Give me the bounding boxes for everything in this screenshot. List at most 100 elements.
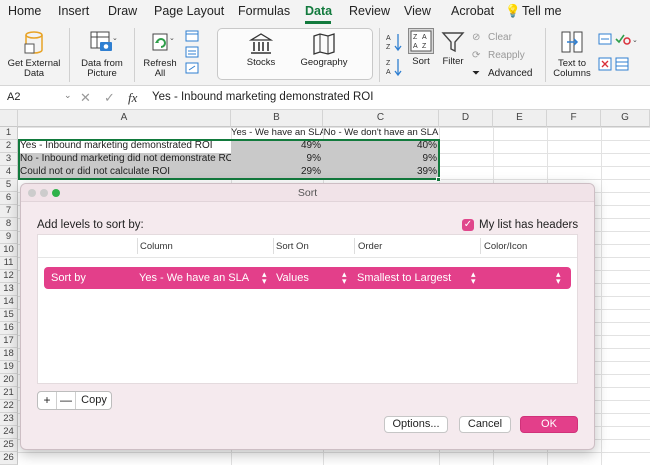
text-columns-label-2: Columns <box>553 68 591 79</box>
tab-formulas[interactable]: Formulas <box>238 4 290 18</box>
row-header-25[interactable]: 25 <box>0 439 18 452</box>
row-header-7[interactable]: 7 <box>0 205 18 218</box>
row-header-6[interactable]: 6 <box>0 192 18 205</box>
name-box-chevron-icon[interactable]: ⌄ <box>64 90 72 101</box>
table-camera-icon: ⌄ <box>90 31 117 51</box>
row-header-10[interactable]: 10 <box>0 244 18 257</box>
tab-data[interactable]: Data <box>305 4 332 18</box>
row-header-16[interactable]: 16 <box>0 322 18 335</box>
copy-level-button[interactable]: Copy <box>76 392 112 409</box>
geography-button[interactable]: Geography <box>298 33 350 68</box>
my-list-has-headers-checkbox[interactable]: ✓ <box>462 219 474 231</box>
tab-acrobat[interactable]: Acrobat <box>451 4 494 18</box>
formula-input[interactable]: Yes - Inbound marketing demonstrated ROI <box>152 91 373 103</box>
row-header-9[interactable]: 9 <box>0 231 18 244</box>
column-header-c[interactable]: C <box>323 110 439 127</box>
row-header-12[interactable]: 12 <box>0 270 18 283</box>
row-header-21[interactable]: 21 <box>0 387 18 400</box>
row-header-14[interactable]: 14 <box>0 296 18 309</box>
advanced-button[interactable]: Advanced <box>488 68 532 79</box>
tab-tell-me[interactable]: Tell me <box>522 4 562 18</box>
row-header-26[interactable]: 26 <box>0 452 18 465</box>
minimize-window-icon[interactable] <box>40 189 48 197</box>
sort-column-select[interactable]: Yes - We have an SLA <box>139 272 249 284</box>
column-header-b[interactable]: B <box>231 110 323 127</box>
select-all-corner[interactable] <box>0 110 18 127</box>
header-divider <box>38 257 577 258</box>
database-icon <box>24 31 43 54</box>
chevron-updown-icon[interactable]: ▴ ▾ <box>262 270 267 286</box>
column-header-e[interactable]: E <box>493 110 547 127</box>
sort-descending-icon[interactable]: ZA <box>385 57 403 77</box>
row-header-17[interactable]: 17 <box>0 335 18 348</box>
column-header-d[interactable]: D <box>439 110 493 127</box>
remove-duplicates-icon[interactable] <box>598 57 612 71</box>
filter-button[interactable]: Filter <box>438 30 468 67</box>
row-header-11[interactable]: 11 <box>0 257 18 270</box>
connections-icon[interactable] <box>185 30 199 42</box>
sort-button[interactable]: ZAAZ Sort <box>406 28 436 67</box>
cancel-formula-icon[interactable]: ✕ <box>80 90 91 106</box>
my-list-has-headers-label[interactable]: My list has headers <box>479 219 578 231</box>
sort-level-row[interactable]: Sort by Yes - We have an SLA ▴ ▾ Values ▴… <box>44 267 571 289</box>
geography-label: Geography <box>300 57 348 68</box>
sort-on-select[interactable]: Values <box>276 272 309 284</box>
tab-insert[interactable]: Insert <box>58 4 89 18</box>
clear-button[interactable]: Clear <box>488 32 512 43</box>
cancel-button[interactable]: Cancel <box>459 416 511 433</box>
row-header-2[interactable]: 2 <box>0 140 18 153</box>
sort-ascending-icon[interactable]: AZ <box>385 32 403 52</box>
header-separator <box>354 238 355 254</box>
svg-text:⌄: ⌄ <box>632 37 637 44</box>
consolidate-icon[interactable] <box>615 57 629 71</box>
tab-home[interactable]: Home <box>8 4 41 18</box>
chevron-updown-icon[interactable]: ▴ ▾ <box>471 270 476 286</box>
name-box[interactable]: A2 <box>4 89 62 106</box>
row-header-8[interactable]: 8 <box>0 218 18 231</box>
ok-button[interactable]: OK <box>520 416 578 433</box>
tab-view[interactable]: View <box>404 4 431 18</box>
column-header-a[interactable]: A <box>18 110 231 127</box>
tab-draw[interactable]: Draw <box>108 4 137 18</box>
row-header-13[interactable]: 13 <box>0 283 18 296</box>
row-header-23[interactable]: 23 <box>0 413 18 426</box>
svg-text:Z: Z <box>386 44 391 51</box>
column-header-g[interactable]: G <box>601 110 650 127</box>
row-header-24[interactable]: 24 <box>0 426 18 439</box>
flash-fill-icon[interactable] <box>598 32 612 46</box>
svg-text:A: A <box>413 43 418 50</box>
order-select[interactable]: Smallest to Largest <box>357 272 451 284</box>
row-header-19[interactable]: 19 <box>0 361 18 374</box>
row-header-15[interactable]: 15 <box>0 309 18 322</box>
formula-bar: A2 ⌄ ✕ ✓ fx Yes - Inbound marketing demo… <box>0 86 650 110</box>
row-header-5[interactable]: 5 <box>0 179 18 192</box>
chevron-updown-icon[interactable]: ▴ ▾ <box>342 270 347 286</box>
function-icon[interactable]: fx <box>128 90 137 106</box>
properties-icon[interactable] <box>185 46 199 58</box>
get-external-data-button[interactable]: Get External Data <box>4 30 64 79</box>
zoom-window-icon[interactable] <box>52 189 60 197</box>
row-header-20[interactable]: 20 <box>0 374 18 387</box>
add-level-button[interactable]: + <box>38 392 56 409</box>
row-header-18[interactable]: 18 <box>0 348 18 361</box>
confirm-formula-icon[interactable]: ✓ <box>104 90 115 106</box>
row-header-4[interactable]: 4 <box>0 166 18 179</box>
column-header-f[interactable]: F <box>547 110 601 127</box>
stocks-button[interactable]: Stocks <box>238 33 284 68</box>
data-from-picture-button[interactable]: ⌄ Data from Picture <box>76 30 128 79</box>
text-to-columns-button[interactable]: Text to Columns <box>550 30 594 79</box>
reapply-button[interactable]: Reapply <box>488 50 525 61</box>
refresh-all-button[interactable]: ⌄ Refresh All <box>138 30 182 79</box>
tab-review[interactable]: Review <box>349 4 390 18</box>
delete-level-button[interactable]: — <box>57 392 75 409</box>
close-window-icon[interactable] <box>28 189 36 197</box>
options-button[interactable]: Options... <box>384 416 448 433</box>
chevron-updown-icon[interactable]: ▴ ▾ <box>556 270 561 286</box>
row-header-22[interactable]: 22 <box>0 400 18 413</box>
row-header-1[interactable]: 1 <box>0 127 18 140</box>
fill-handle[interactable] <box>436 177 441 182</box>
row-header-3[interactable]: 3 <box>0 153 18 166</box>
tab-page-layout[interactable]: Page Layout <box>154 4 224 18</box>
data-validation-icon[interactable]: ⌄ <box>615 32 637 46</box>
edit-links-icon[interactable] <box>185 62 199 74</box>
